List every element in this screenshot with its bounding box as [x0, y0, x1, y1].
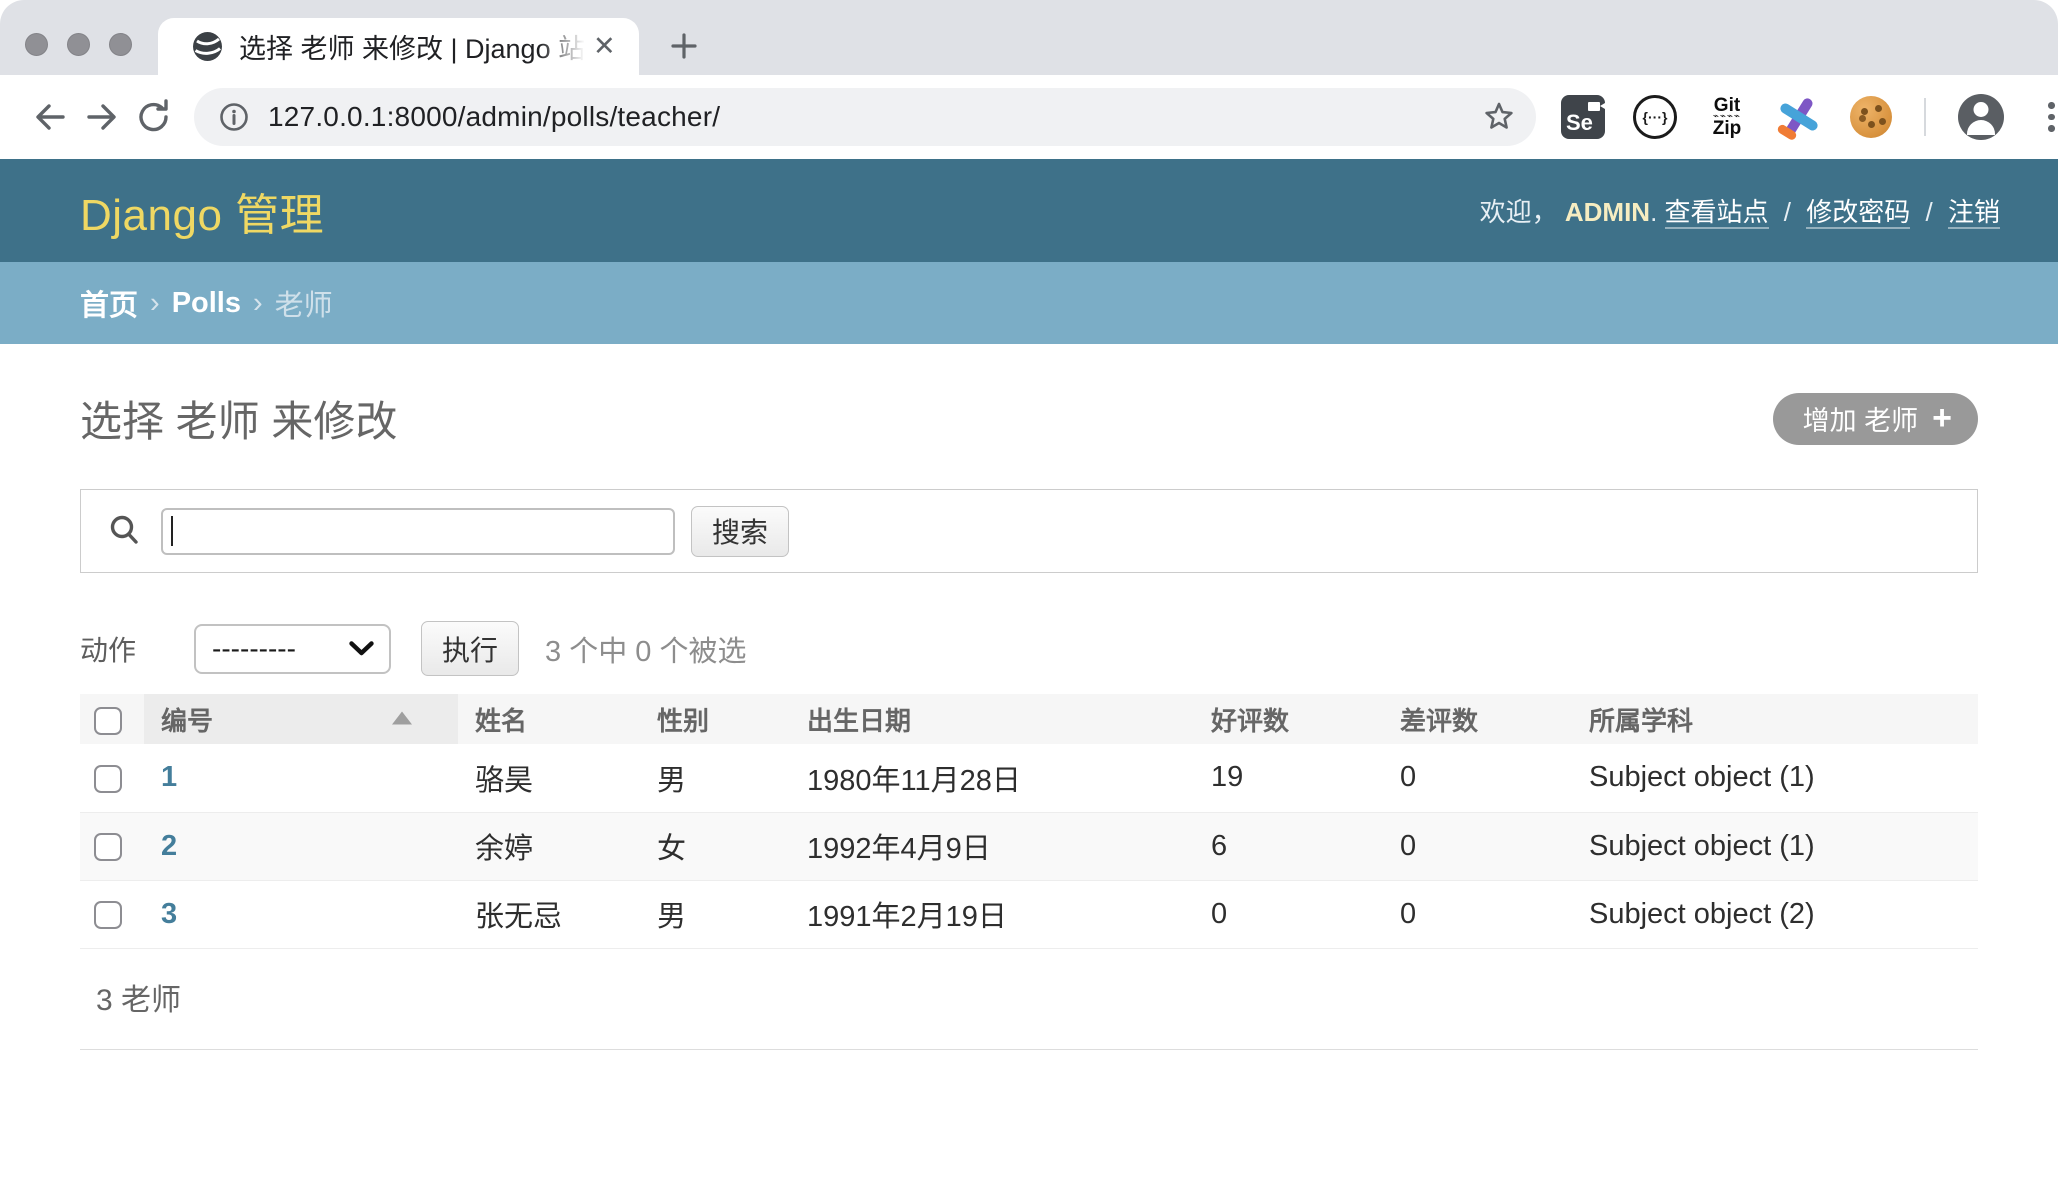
cell-bad-votes: 0 [1383, 744, 1572, 812]
cell-gender: 男 [640, 880, 790, 948]
cell-subject: Subject object (2) [1572, 880, 1978, 948]
row-checkbox[interactable] [94, 901, 122, 929]
cell-birth: 1992年4月9日 [790, 812, 1194, 880]
search-icon [107, 513, 143, 549]
window-close-button[interactable] [25, 33, 48, 56]
cell-good-votes: 19 [1194, 744, 1383, 812]
cell-bad-votes: 0 [1383, 812, 1572, 880]
window-minimize-button[interactable] [67, 33, 90, 56]
table-header-row: 编号 姓名 性别 出生日期 好评数 差评数 所属学科 [80, 694, 1978, 744]
column-header-birth[interactable]: 出生日期 [790, 694, 1194, 744]
back-arrow-icon [29, 96, 71, 138]
cell-bad-votes: 0 [1383, 880, 1572, 948]
search-input[interactable] [161, 508, 675, 555]
cell-birth: 1980年11月28日 [790, 744, 1194, 812]
paginator: 3 老师 [80, 949, 1978, 1050]
row-checkbox[interactable] [94, 765, 122, 793]
cell-birth: 1991年2月19日 [790, 880, 1194, 948]
json-viewer-extension-icon[interactable]: {···} [1632, 94, 1678, 140]
gitzip-extension-icon[interactable]: Git ⌁⌁⌁⌁ Zip [1704, 94, 1750, 140]
result-table: 编号 姓名 性别 出生日期 好评数 差评数 所属学科 1 骆昊 男 1980年1… [80, 694, 1978, 949]
row-id-link[interactable]: 1 [161, 761, 177, 793]
globe-favicon-icon [192, 31, 223, 62]
admin-header: Django 管理 欢迎， ADMIN. 查看站点 / 修改密码 / 注销 [0, 159, 2058, 262]
cell-subject: Subject object (1) [1572, 812, 1978, 880]
breadcrumb-app-link[interactable]: Polls [172, 287, 241, 320]
profile-avatar[interactable] [1958, 94, 2004, 140]
site-title[interactable]: Django 管理 [80, 179, 324, 243]
actions-label: 动作 [80, 629, 136, 669]
plus-icon [668, 30, 700, 62]
cell-subject: Subject object (1) [1572, 744, 1978, 812]
chevron-down-icon [348, 640, 375, 657]
reload-icon [133, 96, 175, 138]
window-zoom-button[interactable] [109, 33, 132, 56]
new-tab-button[interactable] [660, 22, 708, 70]
table-row: 3 张无忌 男 1991年2月19日 0 0 Subject object (2… [80, 880, 1978, 948]
cell-good-votes: 6 [1194, 812, 1383, 880]
action-selected-value: --------- [212, 633, 296, 665]
actions-bar: 动作 --------- 执行 3 个中 0 个被选 [80, 621, 1978, 676]
bookmark-star-icon[interactable] [1478, 96, 1520, 138]
traffic-lights [25, 33, 132, 56]
browser-window: 选择 老师 来修改 | Django 站点管理 ✕ [0, 0, 2058, 1186]
tab-strip: 选择 老师 来修改 | Django 站点管理 ✕ [0, 0, 2058, 75]
cell-good-votes: 0 [1194, 880, 1383, 948]
cookie-extension-icon[interactable] [1848, 94, 1894, 140]
tab-title: 选择 老师 来修改 | Django 站点管理 [239, 27, 585, 66]
column-header-name[interactable]: 姓名 [458, 694, 640, 744]
table-row: 1 骆昊 男 1980年11月28日 19 0 Subject object (… [80, 744, 1978, 812]
column-header-bad[interactable]: 差评数 [1383, 694, 1572, 744]
user-tools: 欢迎， ADMIN. 查看站点 / 修改密码 / 注销 [1480, 192, 2000, 229]
breadcrumb-home-link[interactable]: 首页 [80, 282, 138, 324]
row-id-link[interactable]: 2 [161, 830, 177, 862]
row-checkbox[interactable] [94, 833, 122, 861]
selenium-extension-icon[interactable]: Se [1560, 94, 1606, 140]
text-caret [171, 516, 173, 546]
url-text[interactable]: 127.0.0.1:8000/admin/polls/teacher/ [268, 101, 1478, 133]
search-bar: 搜索 [80, 489, 1978, 573]
logout-link[interactable]: 注销 [1948, 197, 2000, 229]
cell-gender: 女 [640, 812, 790, 880]
browser-toolbar: 127.0.0.1:8000/admin/polls/teacher/ Se {… [0, 75, 2058, 159]
row-id-link[interactable]: 3 [161, 898, 177, 930]
cell-name: 骆昊 [458, 744, 640, 812]
username: ADMIN [1565, 197, 1650, 227]
browser-tab[interactable]: 选择 老师 来修改 | Django 站点管理 ✕ [158, 18, 639, 75]
site-info-icon[interactable] [214, 97, 254, 137]
action-select[interactable]: --------- [194, 624, 391, 674]
view-site-link[interactable]: 查看站点 [1665, 197, 1769, 229]
extensions-row: Se {···} Git ⌁⌁⌁⌁ Zip [1560, 94, 2058, 140]
cell-name: 张无忌 [458, 880, 640, 948]
chrome-menu-icon[interactable] [2042, 96, 2058, 138]
table-row: 2 余婷 女 1992年4月9日 6 0 Subject object (1) [80, 812, 1978, 880]
selection-counter: 3 个中 0 个被选 [545, 628, 746, 670]
welcome-text: 欢迎， [1480, 197, 1558, 227]
cell-gender: 男 [640, 744, 790, 812]
content-area: 选择 老师 来修改 增加 老师 + 搜索 动作 --------- [0, 388, 2058, 1050]
run-action-button[interactable]: 执行 [421, 621, 519, 676]
sort-ascending-icon[interactable] [392, 711, 412, 724]
breadcrumb: 首页 › Polls › 老师 [0, 262, 2058, 344]
cell-name: 余婷 [458, 812, 640, 880]
select-all-checkbox[interactable] [94, 707, 122, 735]
add-teacher-button[interactable]: 增加 老师 + [1773, 393, 1978, 445]
back-button[interactable] [24, 91, 76, 143]
column-header-gender[interactable]: 性别 [640, 694, 790, 744]
asterisk-extension-icon[interactable] [1776, 94, 1822, 140]
url-bar[interactable]: 127.0.0.1:8000/admin/polls/teacher/ [194, 88, 1536, 146]
column-header-subject[interactable]: 所属学科 [1572, 694, 1978, 744]
column-header-good[interactable]: 好评数 [1194, 694, 1383, 744]
forward-arrow-icon [81, 96, 123, 138]
tab-close-icon[interactable]: ✕ [593, 33, 616, 60]
column-header-id[interactable]: 编号 [144, 694, 458, 744]
reload-button[interactable] [128, 91, 180, 143]
forward-button[interactable] [76, 91, 128, 143]
page-title: 选择 老师 来修改 [80, 388, 397, 449]
breadcrumb-current: 老师 [275, 282, 333, 324]
change-password-link[interactable]: 修改密码 [1806, 197, 1910, 229]
search-button[interactable]: 搜索 [691, 506, 789, 557]
toolbar-divider [1924, 98, 1926, 136]
